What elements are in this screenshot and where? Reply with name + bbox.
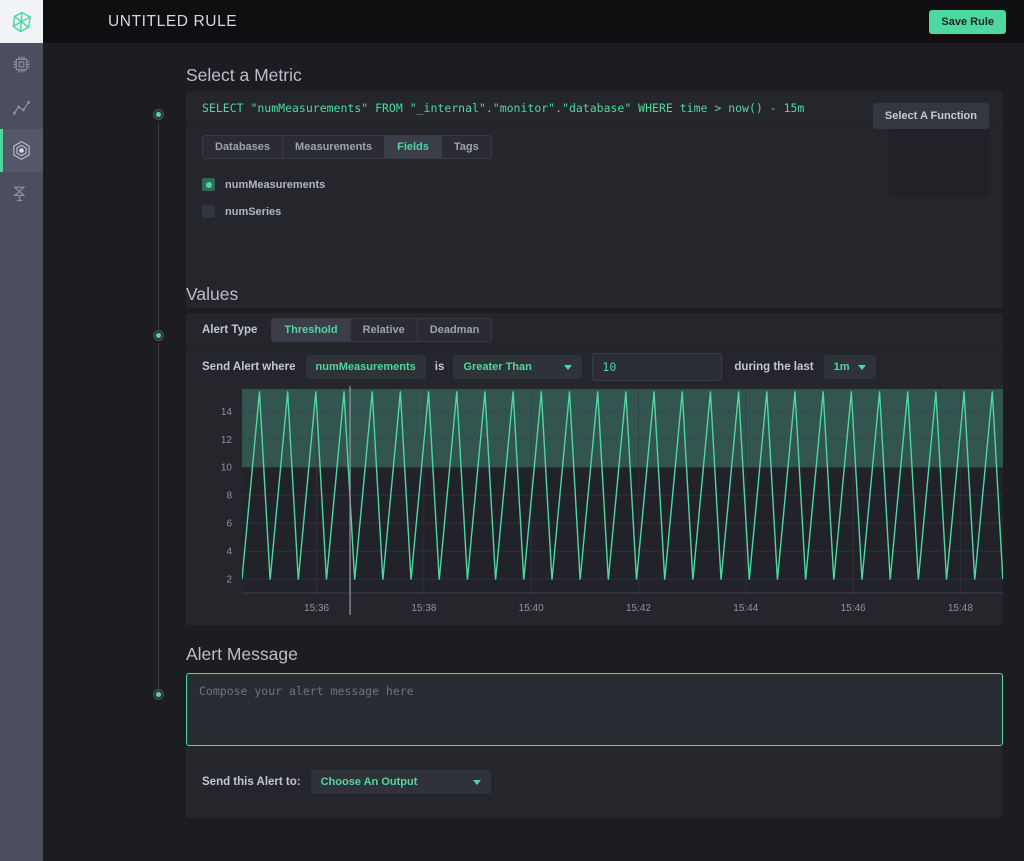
field-label: numSeries — [225, 206, 281, 218]
tab-deadman[interactable]: Deadman — [418, 319, 492, 341]
svg-text:2: 2 — [226, 575, 232, 586]
list-item[interactable]: numMeasurements — [202, 171, 987, 198]
send-alert-row: Send this Alert to: Choose An Output — [186, 746, 1003, 818]
svg-text:15:46: 15:46 — [841, 603, 866, 614]
hexagon-target-icon — [10, 139, 33, 162]
during-the-last-label: during the last — [734, 361, 813, 373]
is-label: is — [435, 361, 445, 373]
time-window-dropdown[interactable]: 1m — [824, 355, 876, 379]
rule-builder: Select a Metric SELECT "numMeasurements"… — [43, 43, 1024, 861]
condition-field-pill[interactable]: numMeasurements — [306, 355, 426, 379]
timeline-dot-metric — [153, 109, 164, 120]
main-column: UNTITLED RULE Save Rule Select a Metric … — [43, 0, 1024, 861]
timeline-dot-core — [156, 333, 161, 338]
timeline-dot-values — [153, 330, 164, 341]
checkbox-num-measurements[interactable] — [202, 178, 215, 191]
tab-fields[interactable]: Fields — [385, 136, 442, 158]
operator-dropdown[interactable]: Greater Than — [453, 355, 582, 379]
sidebar-item-kapacitor-config[interactable] — [0, 172, 43, 215]
chevron-down-icon — [564, 365, 572, 370]
operator-value: Greater Than — [463, 361, 531, 373]
send-alert-where-label: Send Alert where — [202, 361, 296, 373]
page-title: UNTITLED RULE — [108, 13, 237, 31]
svg-text:15:42: 15:42 — [626, 603, 651, 614]
influxdb-logo-icon — [10, 10, 34, 34]
chevron-down-icon — [473, 780, 481, 785]
sidebar-item-host-list[interactable] — [0, 43, 43, 86]
svg-text:14: 14 — [221, 407, 233, 418]
send-this-alert-to-label: Send this Alert to: — [202, 776, 301, 788]
select-a-function-button[interactable]: Select A Function — [873, 103, 989, 129]
query-text: SELECT "numMeasurements" FROM "_internal… — [202, 101, 804, 115]
svg-text:8: 8 — [226, 491, 232, 502]
svg-text:15:44: 15:44 — [733, 603, 758, 614]
alert-type-label: Alert Type — [202, 324, 257, 336]
values-panel: Alert Type Threshold Relative Deadman Se… — [186, 313, 1003, 625]
svg-text:15:40: 15:40 — [519, 603, 544, 614]
sidebar-item-data-explorer[interactable] — [0, 86, 43, 129]
list-item[interactable]: numSeries — [202, 198, 987, 225]
funnel-icon — [11, 183, 32, 204]
timeline-dot-core — [156, 112, 161, 117]
svg-text:6: 6 — [226, 519, 232, 530]
svg-text:15:48: 15:48 — [948, 603, 973, 614]
threshold-graph[interactable]: 2 4 6 8 10 12 14 15:36 15:38 15:40 15:42 15:44 15:46… — [186, 386, 1003, 630]
top-bar: UNTITLED RULE Save Rule — [43, 0, 1024, 43]
output-dropdown[interactable]: Choose An Output — [311, 770, 491, 794]
sidebar — [0, 0, 43, 861]
app-logo[interactable] — [0, 0, 43, 43]
alert-message-input[interactable] — [186, 673, 1003, 746]
tab-threshold[interactable]: Threshold — [272, 319, 350, 341]
tab-relative[interactable]: Relative — [351, 319, 418, 341]
time-window-value: 1m — [834, 361, 850, 373]
chevron-down-icon — [858, 365, 866, 370]
tab-measurements[interactable]: Measurements — [283, 136, 385, 158]
svg-text:15:36: 15:36 — [304, 603, 329, 614]
alert-type-row: Alert Type Threshold Relative Deadman — [186, 313, 1003, 348]
field-list: numMeasurements numSeries — [186, 159, 1003, 225]
threshold-value-input[interactable] — [592, 353, 722, 381]
tab-tags[interactable]: Tags — [442, 136, 491, 158]
sidebar-item-alerting[interactable] — [0, 129, 43, 172]
svg-text:15:38: 15:38 — [411, 603, 436, 614]
svg-text:10: 10 — [221, 463, 233, 474]
section-title-values: Values — [186, 284, 238, 305]
metric-tabs: Databases Measurements Fields Tags — [186, 125, 1003, 159]
alert-message-box-wrap — [186, 673, 1003, 746]
section-title-message: Alert Message — [186, 644, 298, 665]
timeline-dot-message — [153, 689, 164, 700]
metric-panel: SELECT "numMeasurements" FROM "_internal… — [186, 91, 1003, 308]
send-alert-panel: Send this Alert to: Choose An Output — [186, 746, 1003, 818]
timeline-rail-values — [158, 343, 159, 693]
condition-row: Send Alert where numMeasurements is Grea… — [186, 348, 1003, 386]
timeline-rail-metric — [158, 123, 159, 329]
svg-text:4: 4 — [226, 547, 232, 558]
checkbox-num-series[interactable] — [202, 205, 215, 218]
line-graph-icon — [11, 97, 32, 118]
save-rule-button[interactable]: Save Rule — [929, 10, 1006, 34]
function-panel — [889, 125, 989, 197]
tab-databases[interactable]: Databases — [203, 136, 283, 158]
svg-text:12: 12 — [221, 435, 233, 446]
timeline-dot-core — [156, 692, 161, 697]
field-label: numMeasurements — [225, 179, 325, 191]
section-title-metric: Select a Metric — [186, 65, 302, 86]
output-value: Choose An Output — [321, 776, 418, 788]
chart-canvas[interactable]: 2 4 6 8 10 12 14 15:36 15:38 15:40 15:42 15:44 15:46… — [186, 386, 1003, 625]
alert-type-tabs: Threshold Relative Deadman — [271, 318, 492, 342]
chip-icon — [11, 54, 32, 75]
